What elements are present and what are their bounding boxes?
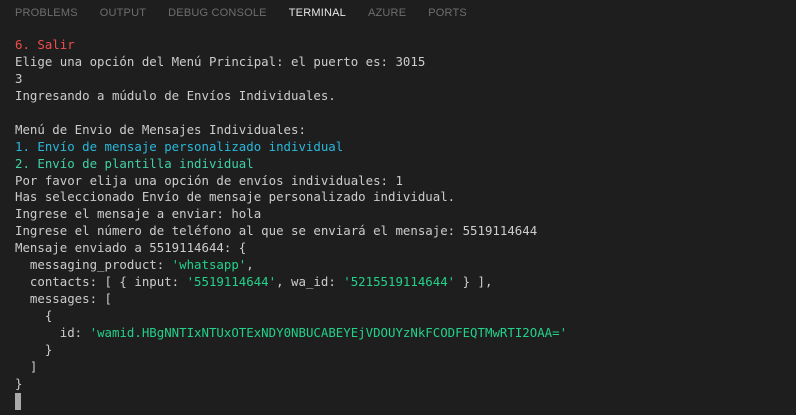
tab-azure[interactable]: AZURE — [368, 0, 406, 26]
terminal-text: 3 — [15, 70, 23, 86]
terminal-text: 'wamid.HBgNNTIxNTUxOTExNDY0NBUCABEYEjVDO… — [89, 324, 568, 340]
terminal-text: Menú de Envio de Mensajes Individuales: — [15, 121, 306, 137]
terminal-text: '5519114644' — [186, 274, 277, 290]
terminal-line: 3 — [15, 71, 786, 88]
terminal-text: Por favor elija una opción de envíos ind… — [15, 172, 403, 188]
terminal-text: Has seleccionado Envío de mensaje person… — [15, 189, 456, 205]
terminal-line: } — [15, 376, 786, 393]
terminal-text: Ingresando a múdulo de Envíos Individual… — [15, 87, 336, 103]
terminal-text: 6. Salir — [15, 37, 75, 52]
terminal-line: Menú de Envio de Mensajes Individuales: — [15, 122, 786, 139]
tab-problems[interactable]: PROBLEMS — [15, 0, 78, 26]
terminal-text: Mensaje enviado a 5519114644: { — [15, 240, 247, 256]
terminal-prompt-line — [15, 392, 786, 410]
terminal-text: { — [15, 308, 53, 323]
tab-ports[interactable]: PORTS — [428, 0, 467, 26]
terminal-line: 2. Envío de plantilla individual — [15, 156, 786, 173]
terminal-line: } — [15, 342, 786, 359]
terminal-text: , wa_id: — [276, 274, 344, 290]
terminal-line: Has seleccionado Envío de mensaje person… — [15, 189, 786, 206]
terminal-line: { — [15, 308, 786, 325]
terminal-cursor — [15, 392, 21, 410]
terminal-line: Ingresando a múdulo de Envíos Individual… — [15, 88, 786, 105]
terminal-text: id: — [15, 324, 90, 340]
terminal-text: Ingrese el número de teléfono al que se … — [15, 223, 538, 239]
terminal-text: contacts: [ { input: — [15, 274, 187, 290]
terminal-panel: PROBLEMS OUTPUT DEBUG CONSOLE TERMINAL A… — [0, 0, 796, 415]
terminal-line: 6. Salir — [15, 37, 786, 54]
terminal-line: 1. Envío de mensaje personalizado indivi… — [15, 139, 786, 156]
terminal-line: Elige una opción del Menú Principal: el … — [15, 54, 786, 71]
terminal-text: '5215519114644' — [343, 274, 456, 290]
terminal-line: Ingrese el número de teléfono al que se … — [15, 223, 786, 240]
terminal-text: Ingrese el mensaje a enviar: hola — [15, 206, 262, 222]
terminal-line: ] — [15, 359, 786, 376]
terminal-text: } ], — [455, 274, 493, 290]
terminal-text: ] — [15, 358, 38, 374]
terminal-line: contacts: [ { input: '5519114644', wa_id… — [15, 274, 786, 291]
terminal-text: Elige una opción del Menú Principal: el … — [15, 53, 426, 69]
terminal-output[interactable]: 6. Salir Elige una opción del Menú Princi… — [15, 37, 786, 410]
terminal-text: messaging_product: — [15, 257, 172, 273]
terminal-text: 'whatsapp' — [171, 257, 247, 273]
terminal-line: Mensaje enviado a 5519114644: { — [15, 240, 786, 257]
terminal-text: 2. Envío de plantilla individual — [15, 155, 254, 171]
panel-tab-bar: PROBLEMS OUTPUT DEBUG CONSOLE TERMINAL A… — [0, 0, 796, 26]
terminal-text: } — [15, 341, 53, 357]
terminal-text: , — [246, 257, 254, 273]
terminal-text: } — [15, 375, 23, 391]
terminal-line: messages: [ — [15, 291, 786, 308]
terminal-line: messaging_product: 'whatsapp', — [15, 257, 786, 274]
terminal-line: id: 'wamid.HBgNNTIxNTUxOTExNDY0NBUCABEYE… — [15, 325, 786, 342]
tab-debug-console[interactable]: DEBUG CONSOLE — [168, 0, 267, 26]
tab-terminal[interactable]: TERMINAL — [289, 0, 346, 26]
terminal-text: 1. Envío de mensaje personalizado indivi… — [15, 138, 344, 154]
tab-output[interactable]: OUTPUT — [100, 0, 146, 26]
terminal-line: Ingrese el mensaje a enviar: hola — [15, 206, 786, 223]
terminal-line: Por favor elija una opción de envíos ind… — [15, 173, 786, 190]
terminal-text: messages: [ — [15, 291, 112, 307]
